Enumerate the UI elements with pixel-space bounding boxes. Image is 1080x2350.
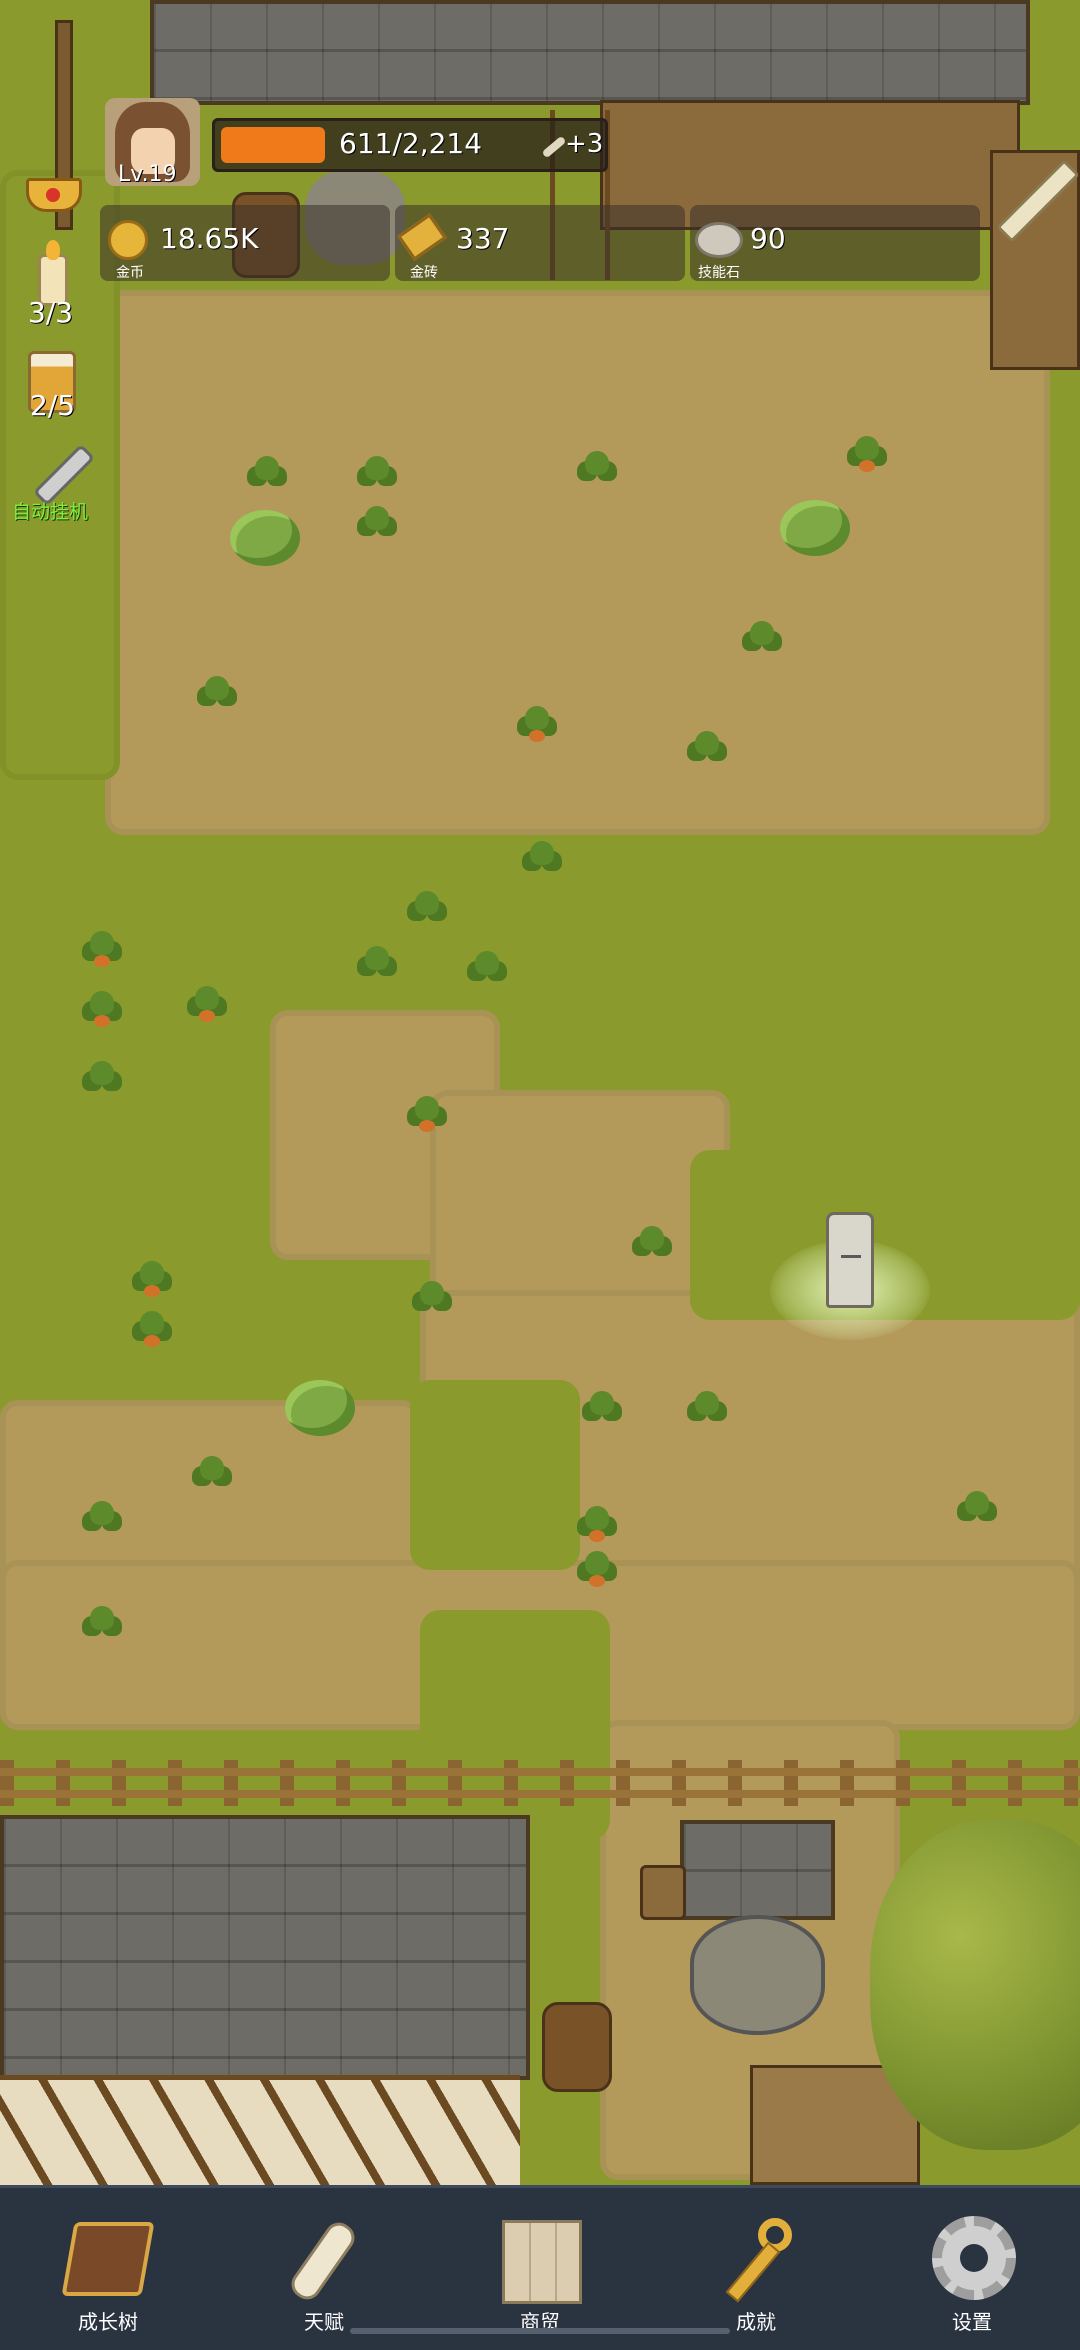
- crop-seedling: [355, 940, 399, 984]
- skill-stone-value: 90: [750, 222, 786, 255]
- hud-top: Lv.19 611/2,214 +3 18.65K 金币 337 金砖 90 技…: [0, 0, 1080, 290]
- crop-seedling: [245, 450, 289, 494]
- scroll-icon: [274, 2214, 374, 2306]
- crop-carrot: [405, 1090, 449, 1134]
- crop-carrot: [575, 1545, 619, 1589]
- crop-seedling: [405, 885, 449, 929]
- crown-gem: [46, 188, 60, 202]
- tree: [870, 1820, 1080, 2150]
- crop-cabbage: [285, 1380, 355, 1436]
- crop-seedling: [575, 445, 619, 489]
- crop-carrot: [515, 700, 559, 744]
- well: [690, 1915, 825, 2035]
- home-indicator: [350, 2328, 730, 2334]
- crop-seedling: [630, 1220, 674, 1264]
- crop-carrot: [80, 925, 124, 969]
- nav-trade[interactable]: 商贸: [432, 2188, 648, 2350]
- gold-bar-label: 金砖: [410, 265, 438, 281]
- house-roof: [0, 1815, 530, 2080]
- nav-label: 设置: [952, 2310, 992, 2334]
- fence-rail: [0, 1768, 1080, 1776]
- crop-cabbage: [780, 500, 850, 556]
- crop-seedling: [80, 1600, 124, 1644]
- crop-carrot: [575, 1500, 619, 1544]
- skill-stone-label: 技能石: [698, 265, 740, 281]
- crop-seedling: [740, 615, 784, 659]
- gold-bar-value: 337: [456, 222, 510, 255]
- gold-label: 金币: [116, 265, 144, 281]
- crop-carrot: [80, 985, 124, 1029]
- grass-patch: [410, 1380, 580, 1570]
- map-sheet: [502, 2220, 582, 2304]
- auto-idle-label: 自动挂机: [12, 501, 89, 523]
- xp-bonus: +3: [565, 129, 604, 159]
- bone-icon: [541, 135, 567, 159]
- nav-growth-tree[interactable]: 成长树: [0, 2188, 216, 2350]
- xp-bar-fill: [221, 127, 325, 163]
- map-icon: [490, 2214, 590, 2306]
- barrel: [542, 2002, 612, 2092]
- house-wall: [0, 2075, 520, 2190]
- nav-achievement[interactable]: 成就: [648, 2188, 864, 2350]
- key-shaft: [725, 2241, 781, 2303]
- gear-icon: [922, 2214, 1022, 2306]
- crop-seedling: [355, 450, 399, 494]
- xp-bar-frame: 611/2,214 +3: [212, 118, 608, 172]
- well-roof: [680, 1820, 835, 1920]
- candle-button[interactable]: 3/3: [22, 240, 86, 330]
- player-character[interactable]: [826, 1212, 874, 1308]
- crop-seedling: [685, 1385, 729, 1429]
- player-level: Lv.19: [118, 162, 177, 187]
- bucket: [640, 1865, 686, 1920]
- scroll-body: [286, 2217, 360, 2305]
- flame-icon: [46, 240, 60, 260]
- crop-seedling: [195, 670, 239, 714]
- crop-carrot: [130, 1255, 174, 1299]
- crop-seedling: [955, 1485, 999, 1529]
- crop-seedling: [580, 1385, 624, 1429]
- crop-seedling: [520, 835, 564, 879]
- skill-stone-icon: [695, 222, 743, 258]
- candle-count: 3/3: [28, 296, 74, 329]
- auto-idle-button[interactable]: 自动挂机: [8, 435, 118, 525]
- bottom-nav: 成长树 天赋 商贸 成就 设置: [0, 2185, 1080, 2350]
- book-cover: [61, 2222, 155, 2296]
- drink-button[interactable]: 2/5: [22, 345, 86, 430]
- crop-seedling: [80, 1495, 124, 1539]
- nav-talent[interactable]: 天赋: [216, 2188, 432, 2350]
- nav-label: 成长树: [78, 2310, 138, 2334]
- game-world[interactable]: [0, 0, 1080, 2190]
- crop-seedling: [80, 1055, 124, 1099]
- book-icon: [58, 2214, 158, 2306]
- crop-carrot: [185, 980, 229, 1024]
- dirt-plot: [105, 290, 1050, 835]
- drink-count: 2/5: [30, 389, 76, 422]
- gold-coin-icon: [108, 220, 148, 260]
- crop-seedling: [190, 1450, 234, 1494]
- xp-text: 611/2,214: [339, 127, 483, 160]
- crown-icon[interactable]: [22, 160, 86, 216]
- gear-hole: [960, 2244, 988, 2272]
- crop-seedling: [355, 500, 399, 544]
- crop-cabbage: [230, 510, 300, 566]
- fence-rail: [0, 1790, 1080, 1798]
- nav-settings[interactable]: 设置: [864, 2188, 1080, 2350]
- crop-carrot: [845, 430, 889, 474]
- crop-seedling: [685, 725, 729, 769]
- gold-value: 18.65K: [160, 222, 259, 255]
- character-face: [841, 1255, 861, 1264]
- key-icon: [706, 2214, 806, 2306]
- crop-carrot: [130, 1305, 174, 1349]
- crop-seedling: [465, 945, 509, 989]
- sword-icon[interactable]: [996, 159, 1080, 243]
- fence-rail: [0, 1760, 1080, 1806]
- crop-seedling: [410, 1275, 454, 1319]
